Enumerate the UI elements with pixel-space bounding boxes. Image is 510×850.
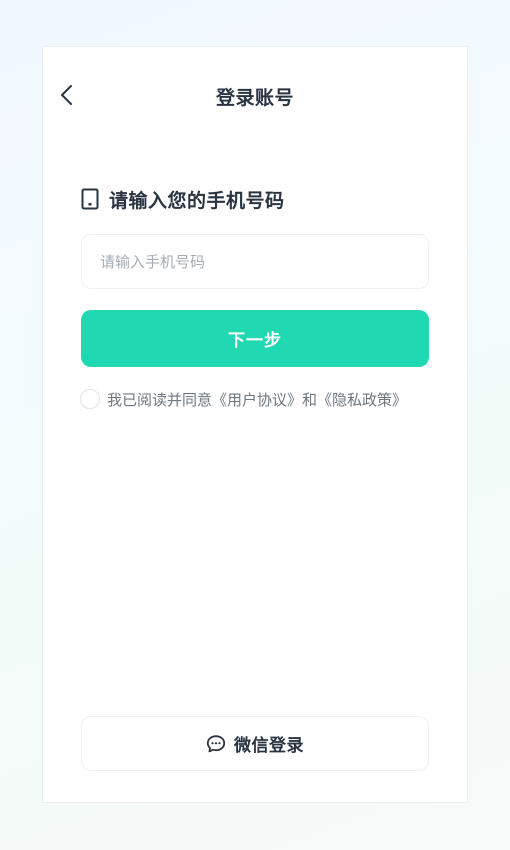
nav-bar: 登录账号 — [43, 71, 467, 119]
phone-number-input[interactable] — [81, 234, 429, 289]
agreement-conjunction: 和 — [302, 390, 318, 409]
user-agreement-link[interactable]: 《用户协议》 — [212, 391, 302, 409]
privacy-policy-link[interactable]: 《隐私政策》 — [317, 391, 407, 409]
agreement-checkbox[interactable] — [80, 389, 100, 409]
login-card: 登录账号 请输入您的手机号码 下一步 我已阅读并同意《用户协议》和《隐私政策》 … — [43, 47, 467, 802]
agreement-prefix: 我已阅读并同意 — [107, 390, 213, 409]
prompt-text: 请输入您的手机号码 — [109, 189, 285, 212]
agreement-text: 我已阅读并同意《用户协议》和《隐私政策》 — [107, 389, 407, 410]
agreement-row: 我已阅读并同意《用户协议》和《隐私政策》 — [80, 388, 407, 410]
page-title: 登录账号 — [215, 87, 294, 109]
next-step-button[interactable]: 下一步 — [81, 310, 429, 367]
phone-prompt: 请输入您的手机号码 — [81, 186, 285, 212]
wechat-login-button[interactable]: 微信登录 — [81, 716, 429, 771]
wechat-login-label: 微信登录 — [234, 736, 304, 756]
phone-icon — [81, 188, 99, 210]
chat-bubble-icon — [206, 734, 226, 752]
